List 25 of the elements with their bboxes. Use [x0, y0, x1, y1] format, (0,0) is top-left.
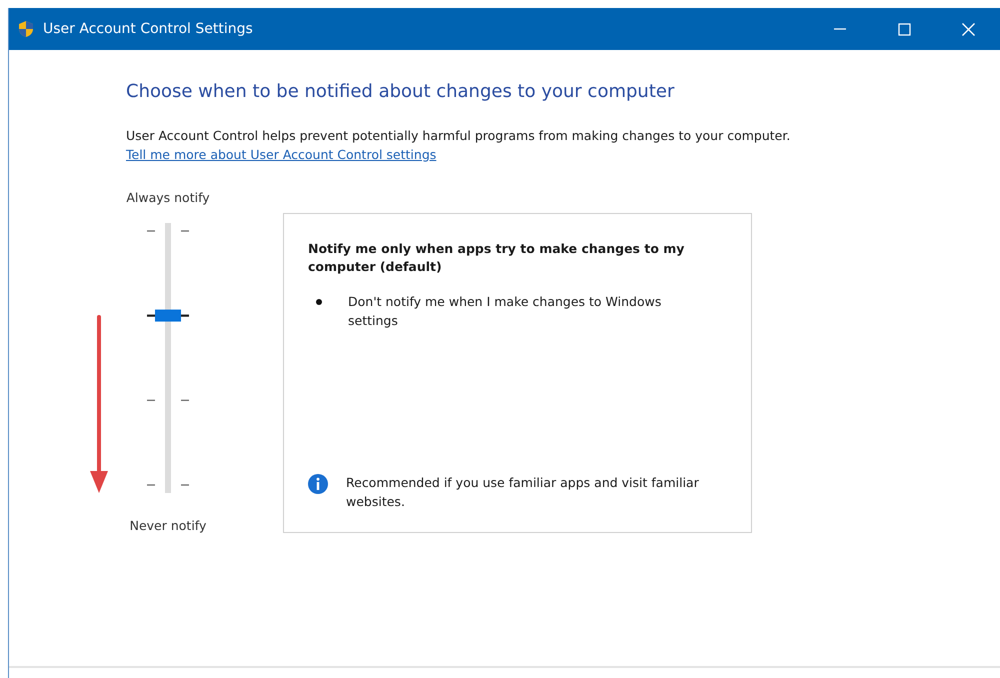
tick-mark — [147, 314, 155, 318]
tick-mark — [181, 230, 189, 232]
bullet-text: Don't notify me when I make changes to Windows settings — [348, 293, 662, 330]
details-title: Notify me only when apps try to make changes to my computer (default) — [308, 240, 686, 276]
info-icon — [308, 474, 328, 494]
tick-mark — [147, 400, 155, 402]
page-heading: Choose when to be notified about changes to your computer — [126, 80, 676, 104]
bullet-icon — [316, 299, 322, 305]
tick-mark — [181, 314, 189, 318]
shield-icon — [17, 20, 35, 38]
tick-mark — [147, 484, 155, 486]
maximize-icon — [898, 22, 910, 36]
slider-thumb[interactable] — [155, 310, 181, 322]
tick-mark — [147, 230, 155, 232]
tick-mark — [181, 400, 189, 402]
down-arrow-icon — [88, 314, 110, 494]
help-link[interactable]: Tell me more about User Account Control settings — [126, 146, 436, 162]
window-title: User Account Control Settings — [43, 20, 253, 38]
description-text: User Account Control helps prevent potentially harmful programs from making changes to your computer. — [126, 127, 792, 145]
tick-mark — [181, 484, 189, 486]
note-text: Recommended if you use familiar apps and visit familiar websites. — [346, 474, 700, 511]
close-icon — [962, 22, 974, 36]
slider-label: Always notify — [126, 188, 210, 207]
slider-label: Never notify — [130, 517, 206, 536]
minimize-icon — [834, 28, 846, 30]
